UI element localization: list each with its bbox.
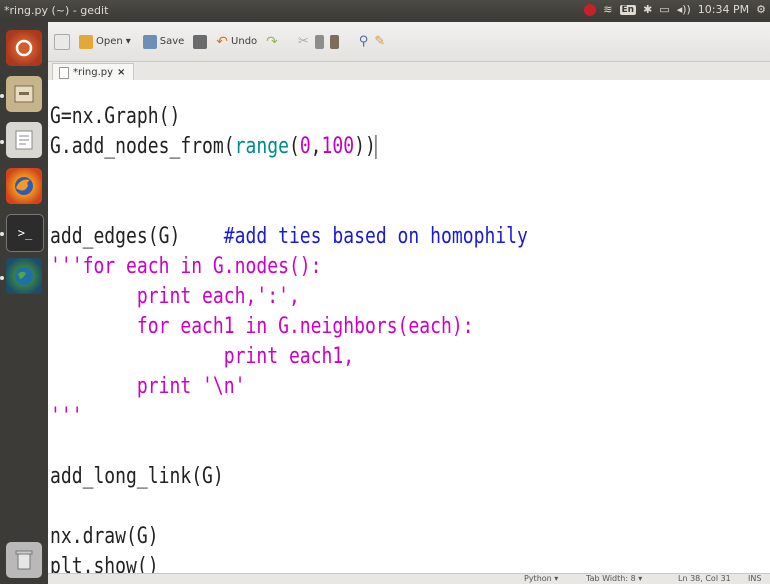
copy-icon[interactable] xyxy=(314,34,324,49)
volume-icon[interactable]: ◂)) xyxy=(677,3,691,16)
indicator-area: ≋ En ✱ ▭ ◂)) 10:34 PM ⚙ xyxy=(584,3,766,16)
language-selector[interactable]: Python ▾ xyxy=(524,574,558,583)
code-line: add_edges(G) #add ties based on homophil… xyxy=(50,224,528,249)
tab-ring-py[interactable]: *ring.py × xyxy=(52,63,135,81)
code-text[interactable]: G=nx.Graph() G.add_nodes_from(range(0,10… xyxy=(50,102,528,573)
running-indicator xyxy=(0,140,4,144)
code-line: G=nx.Graph() xyxy=(50,104,181,129)
globe-app-icon[interactable] xyxy=(6,258,42,294)
wifi-icon[interactable]: ≋ xyxy=(603,3,612,16)
save-button[interactable]: Save xyxy=(140,33,188,51)
code-line: G.add_nodes_from(range(0,100)) xyxy=(50,134,377,159)
search-icon[interactable]: ⚲ xyxy=(359,34,369,49)
code-editor[interactable]: G=nx.Graph() G.add_nodes_from(range(0,10… xyxy=(48,80,770,573)
running-indicator xyxy=(0,276,4,280)
code-line: ''' xyxy=(50,404,83,429)
launcher: >_ xyxy=(0,22,49,583)
new-document-icon[interactable] xyxy=(54,33,70,50)
keyboard-indicator[interactable]: En xyxy=(619,4,637,15)
power-icon[interactable] xyxy=(584,3,597,16)
redo-arrow-icon[interactable]: ↷ xyxy=(266,34,278,50)
files-icon[interactable] xyxy=(6,76,42,112)
window-title: *ring.py (~) - gedit xyxy=(4,4,109,17)
text-editor-icon[interactable] xyxy=(6,122,42,158)
settings-gear-icon[interactable]: ⚙ xyxy=(756,3,766,16)
tab-width-selector[interactable]: Tab Width: 8 ▾ xyxy=(586,574,642,583)
battery-icon[interactable]: ▭ xyxy=(659,3,669,16)
code-line: print each,':', xyxy=(50,284,300,309)
undo-arrow-icon: ↶ xyxy=(216,33,229,50)
code-line: add_long_link(G) xyxy=(50,464,224,489)
terminal-icon[interactable]: >_ xyxy=(6,214,44,252)
folder-icon xyxy=(79,34,93,49)
cut-icon[interactable]: ✂ xyxy=(298,34,309,49)
paste-icon[interactable] xyxy=(329,34,339,49)
open-button[interactable]: Open ▾ xyxy=(76,33,134,51)
running-indicator xyxy=(0,232,4,236)
close-icon[interactable]: × xyxy=(117,67,125,78)
code-line: print each1, xyxy=(50,344,355,369)
document-icon xyxy=(59,66,69,79)
insert-mode: INS xyxy=(748,574,762,583)
toolbar: Open ▾ Save ↶ Undo ↷ ✂ ⚲ ✎ xyxy=(48,22,770,62)
save-icon xyxy=(142,34,157,49)
text-cursor xyxy=(375,135,377,159)
replace-icon[interactable]: ✎ xyxy=(374,34,385,49)
running-indicator xyxy=(0,94,4,98)
tab-bar: *ring.py × xyxy=(48,62,770,81)
cursor-position: Ln 38, Col 31 xyxy=(678,574,731,583)
chevron-down-icon[interactable]: ▾ xyxy=(126,36,131,47)
code-line: print '\n' xyxy=(50,374,246,399)
code-line: '''for each in G.nodes(): xyxy=(50,254,322,279)
top-panel: *ring.py (~) - gedit ≋ En ✱ ▭ ◂)) 10:34 … xyxy=(0,0,770,22)
clock[interactable]: 10:34 PM xyxy=(698,3,749,16)
tab-label: *ring.py xyxy=(73,67,114,78)
code-line: plt.show() xyxy=(50,554,159,573)
undo-label: Undo xyxy=(231,36,258,47)
code-line: for each1 in G.neighbors(each): xyxy=(50,314,474,339)
print-icon[interactable] xyxy=(193,34,208,49)
firefox-icon[interactable] xyxy=(6,168,42,204)
status-bar: Python ▾ Tab Width: 8 ▾ Ln 38, Col 31 IN… xyxy=(48,573,770,584)
open-label: Open xyxy=(96,36,123,47)
trash-icon[interactable] xyxy=(6,542,42,578)
undo-button[interactable]: ↶ Undo xyxy=(213,32,260,52)
save-label: Save xyxy=(159,36,185,47)
code-line: nx.draw(G) xyxy=(50,524,159,549)
dash-home-icon[interactable] xyxy=(6,30,42,66)
bluetooth-icon[interactable]: ✱ xyxy=(643,3,652,16)
